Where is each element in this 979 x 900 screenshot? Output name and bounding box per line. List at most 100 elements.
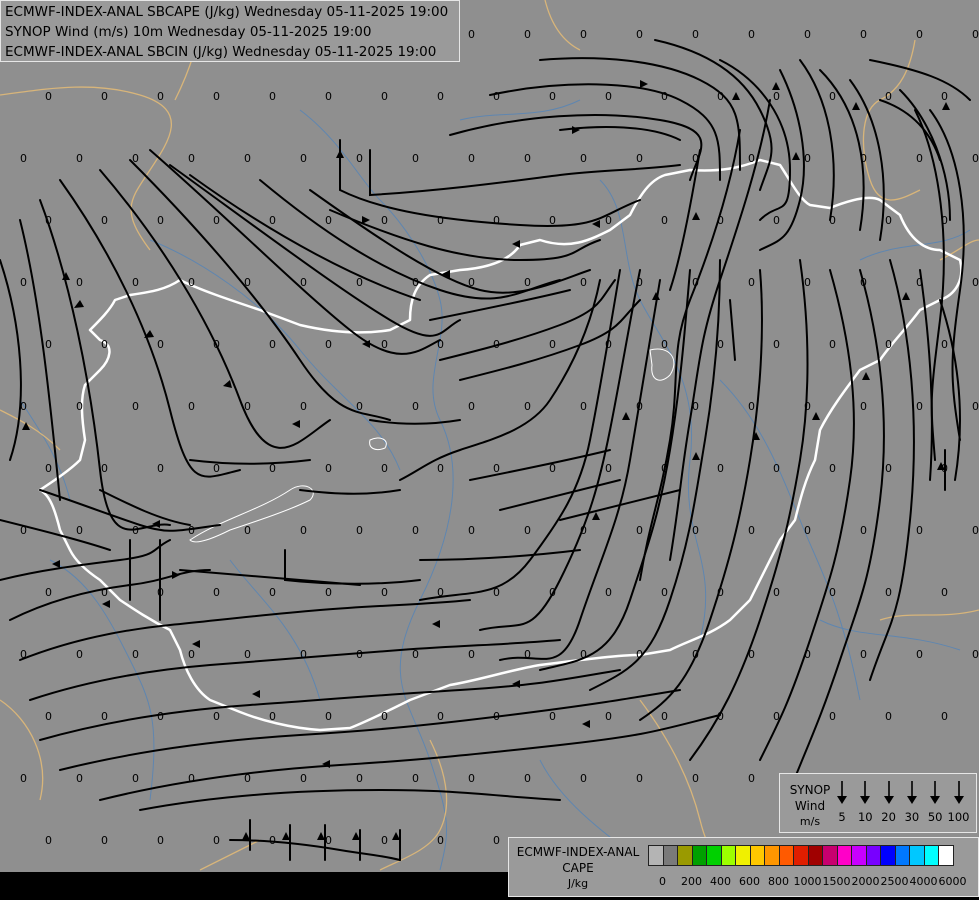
field-value-label: 0 <box>916 28 923 41</box>
field-value-label: 0 <box>748 276 755 289</box>
cape-swatch-row <box>648 845 954 866</box>
field-value-label: 0 <box>300 152 307 165</box>
field-value-label: 0 <box>717 462 724 475</box>
field-value-label: 0 <box>188 400 195 413</box>
field-value-label: 0 <box>101 338 108 351</box>
field-value-label: 0 <box>860 276 867 289</box>
field-value-label: 0 <box>157 90 164 103</box>
field-value-label: 0 <box>381 338 388 351</box>
field-value-label: 0 <box>941 214 948 227</box>
field-value-label: 0 <box>661 462 668 475</box>
title-line-cape: ECMWF-INDEX-ANAL SBCAPE (J/kg) Wednesday… <box>5 4 449 20</box>
field-value-label: 0 <box>468 648 475 661</box>
cape-color-swatch <box>793 845 809 866</box>
field-value-label: 0 <box>493 90 500 103</box>
field-value-label: 0 <box>76 152 83 165</box>
field-value-label: 0 <box>45 214 52 227</box>
field-value-label: 0 <box>213 710 220 723</box>
field-value-label: 0 <box>412 276 419 289</box>
field-value-label: 0 <box>885 586 892 599</box>
field-value-label: 0 <box>524 400 531 413</box>
field-value-label: 0 <box>20 400 27 413</box>
field-value-label: 0 <box>101 710 108 723</box>
field-value-label: 0 <box>717 214 724 227</box>
field-value-label: 0 <box>412 152 419 165</box>
cape-color-swatch <box>938 845 954 866</box>
field-value-label: 0 <box>213 586 220 599</box>
field-value-label: 0 <box>437 710 444 723</box>
synop-legend-value: 20 <box>881 810 896 824</box>
field-value-label: 0 <box>493 214 500 227</box>
field-value-label: 0 <box>269 90 276 103</box>
field-value-label: 0 <box>437 586 444 599</box>
field-value-label: 0 <box>101 834 108 847</box>
field-value-label: 0 <box>157 338 164 351</box>
field-value-label: 0 <box>717 710 724 723</box>
field-value-label: 0 <box>157 834 164 847</box>
field-value-label: 0 <box>580 648 587 661</box>
field-value-label: 0 <box>213 834 220 847</box>
field-value-label: 0 <box>300 400 307 413</box>
field-value-label: 0 <box>20 276 27 289</box>
field-value-label: 0 <box>157 710 164 723</box>
field-value-label: 0 <box>76 772 83 785</box>
map-title-box: ECMWF-INDEX-ANAL SBCAPE (J/kg) Wednesday… <box>0 0 460 62</box>
field-value-label: 0 <box>132 648 139 661</box>
field-value-label: 0 <box>717 586 724 599</box>
field-value-label: 0 <box>692 648 699 661</box>
field-value-label: 0 <box>773 586 780 599</box>
field-value-label: 0 <box>45 586 52 599</box>
field-value-label: 0 <box>524 152 531 165</box>
field-value-label: 0 <box>20 152 27 165</box>
field-value-label: 0 <box>101 90 108 103</box>
field-value-label: 0 <box>101 214 108 227</box>
field-value-label: 0 <box>773 462 780 475</box>
field-value-label: 0 <box>748 648 755 661</box>
field-value-label: 0 <box>860 400 867 413</box>
field-value-label: 0 <box>636 400 643 413</box>
field-value-label: 0 <box>605 90 612 103</box>
field-value-label: 0 <box>773 90 780 103</box>
field-value-label: 0 <box>717 90 724 103</box>
field-value-label: 0 <box>748 524 755 537</box>
synop-legend-value: 100 <box>947 810 970 824</box>
field-value-label: 0 <box>773 214 780 227</box>
field-value-label: 0 <box>20 648 27 661</box>
field-value-label: 0 <box>412 648 419 661</box>
field-value-label: 0 <box>76 400 83 413</box>
cape-color-swatch <box>662 845 678 866</box>
synop-wind-legend: SYNOP Wind m/s 5 10 20 30 50 100 <box>779 773 977 833</box>
field-value-label: 0 <box>325 338 332 351</box>
cape-legend-tick: 0 <box>659 875 666 888</box>
field-value-label: 0 <box>188 772 195 785</box>
field-value-label: 0 <box>325 90 332 103</box>
field-value-label: 0 <box>20 524 27 537</box>
field-value-label: 0 <box>580 28 587 41</box>
field-value-label: 0 <box>101 462 108 475</box>
field-value-label: 0 <box>804 152 811 165</box>
field-value-label: 0 <box>636 276 643 289</box>
cape-color-swatch <box>749 845 765 866</box>
synop-legend-value: 30 <box>904 810 920 824</box>
field-value-label: 0 <box>213 214 220 227</box>
field-value-label: 0 <box>45 338 52 351</box>
field-value-label: 0 <box>804 648 811 661</box>
field-value-label: 0 <box>244 400 251 413</box>
field-value-label: 0 <box>829 586 836 599</box>
wind-barb-arrow-icon <box>859 780 871 806</box>
field-value-label: 0 <box>132 152 139 165</box>
field-value-label: 0 <box>468 772 475 785</box>
cape-color-swatch <box>778 845 794 866</box>
field-value-label: 0 <box>157 462 164 475</box>
field-value-label: 0 <box>244 276 251 289</box>
field-value-label: 0 <box>132 524 139 537</box>
title-line-wind: SYNOP Wind (m/s) 10m Wednesday 05-11-202… <box>5 24 372 40</box>
field-value-label: 0 <box>941 586 948 599</box>
field-value-label: 0 <box>493 462 500 475</box>
field-value-label: 0 <box>76 648 83 661</box>
field-value-label: 0 <box>804 524 811 537</box>
field-value-label: 0 <box>356 524 363 537</box>
field-value-label: 0 <box>381 462 388 475</box>
field-value-label: 0 <box>437 338 444 351</box>
field-value-label: 0 <box>885 214 892 227</box>
